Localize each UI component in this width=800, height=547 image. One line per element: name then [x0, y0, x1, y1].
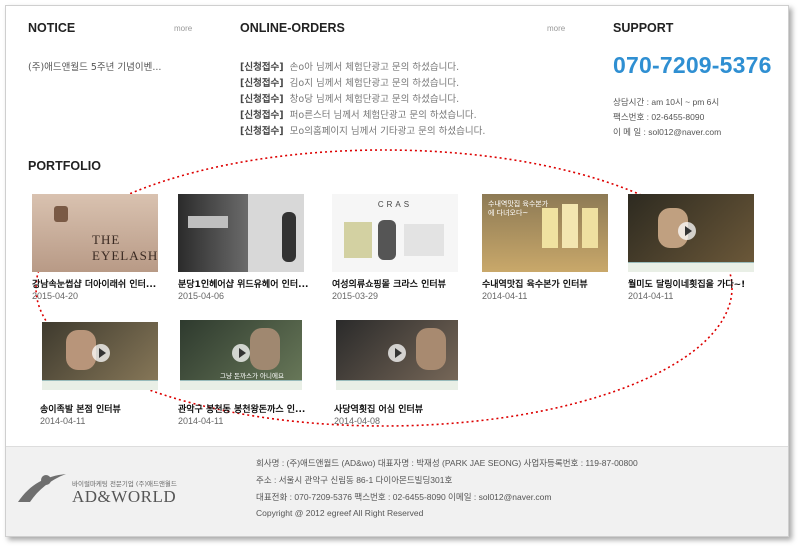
order-row[interactable]: [신청접수] 손o아 님께서 체험단광고 문의 하셨습니다. — [240, 59, 459, 73]
portfolio-item-title[interactable]: 여성의류쇼핑몰 크라스 인터뷰 — [332, 277, 472, 290]
footer-company-info: 회사명 : (주)애드앤월드 (AD&wo) 대표자명 : 박재성 (PARK … — [256, 458, 638, 468]
portfolio-item-date: 2014-04-11 — [178, 416, 224, 426]
notice-item[interactable]: (주)애드앤월드 5주년 기념이벤... — [28, 59, 161, 73]
order-tag: [신청접수] — [240, 78, 284, 89]
portfolio-item-title[interactable]: 사당역횟집 어심 인터뷰 — [334, 402, 474, 415]
portfolio-item-title[interactable]: 송이족발 본점 인터뷰 — [40, 402, 170, 415]
portfolio-thumb-songi-video[interactable] — [42, 322, 158, 390]
portfolio-item-date: 2015-04-20 — [32, 291, 79, 301]
footer-address: 주소 : 서울시 관악구 신림동 86-1 다이아몬드빌딩301호 — [256, 475, 453, 485]
orders-title: ONLINE-ORDERS — [240, 21, 345, 35]
thumb-text: CRAS — [377, 200, 413, 209]
footer-copyright: Copyright @ 2012 egreef All Right Reserv… — [256, 508, 424, 518]
portfolio-item-date: 2014-04-11 — [482, 291, 528, 301]
video-control-bar — [336, 380, 458, 390]
footer-contact: 대표전화 : 070-7209-5376 팩스번호 : 02-6455-8090… — [256, 492, 552, 502]
portfolio-item-title[interactable]: 월미도 달링이네횟집을 가다~! — [628, 277, 768, 290]
order-tag: [신청접수] — [240, 94, 284, 105]
portfolio-thumb-eyelash[interactable]: THE EYELASH — [32, 194, 158, 272]
portfolio-thumb-yuksu[interactable]: 수내역맛집 육수본가에 다녀오다~ — [482, 194, 608, 272]
orders-more-link[interactable]: more — [547, 24, 565, 33]
portfolio-item-date: 2014-04-08 — [334, 416, 381, 426]
video-control-bar — [42, 380, 158, 390]
play-icon — [388, 344, 406, 362]
portfolio-item-date: 2015-04-06 — [178, 291, 225, 301]
thumb-text: 그냥 돈까스가 아니에요 — [220, 372, 284, 380]
order-text: 손o아 님께서 체험단광고 문의 하셨습니다. — [289, 62, 460, 73]
order-row[interactable]: [신청접수] 창o당 님께서 체험단광고 문의 하셨습니다. — [240, 91, 459, 105]
portfolio-item-date: 2014-04-11 — [40, 416, 86, 426]
notice-title: NOTICE — [28, 21, 76, 35]
support-hours: 상담시간 : am 10시 ~ pm 6시 — [613, 97, 720, 107]
order-text: 창o당 님께서 체험단광고 문의 하셨습니다. — [289, 94, 460, 105]
order-text: 김o지 님께서 체험단광고 문의 하셨습니다. — [289, 78, 460, 89]
video-control-bar — [628, 262, 754, 272]
play-icon — [92, 344, 110, 362]
support-title: SUPPORT — [613, 21, 674, 35]
portfolio-thumb-eosim-video[interactable] — [336, 320, 458, 390]
portfolio-thumb-bongcheon-video[interactable]: 그냥 돈까스가 아니에요 — [180, 320, 302, 390]
portfolio-title: PORTFOLIO — [28, 159, 101, 173]
order-tag: [신청접수] — [240, 62, 284, 73]
order-tag: [신청접수] — [240, 110, 284, 121]
portfolio-item-title[interactable]: 분당1인헤어샵 위드유헤어 인터... — [178, 277, 320, 290]
portfolio-item-title[interactable]: 관악구 봉천동 봉천왕돈까스 인... — [178, 402, 322, 415]
support-phone: 070-7209-5376 — [613, 52, 772, 78]
portfolio-item-date: 2014-04-11 — [628, 291, 674, 301]
portfolio-item-title[interactable]: 강남속눈썹샵 더아이래쉬 인터... — [32, 277, 172, 290]
logo-wordmark: AD&WORLD — [72, 487, 177, 506]
portfolio-item-title[interactable]: 수내역맛집 육수본가 인터뷰 — [482, 277, 622, 290]
portfolio-thumb-hair[interactable] — [178, 194, 304, 272]
order-row[interactable]: [신청접수] 퍼o른스터 님께서 체험단광고 문의 하셨습니다. — [240, 107, 477, 121]
play-icon — [678, 222, 696, 240]
portfolio-item-date: 2015-03-29 — [332, 291, 379, 301]
video-control-bar — [180, 380, 302, 390]
thumb-text: THE EYELASH — [92, 232, 158, 263]
page-frame: NOTICE more (주)애드앤월드 5주년 기념이벤... ONLINE-… — [5, 5, 789, 537]
order-row[interactable]: [신청접수] 모o의홈페이지 님께서 기타광고 문의 하셨습니다. — [240, 123, 485, 137]
company-logo-icon — [18, 474, 66, 502]
order-text: 퍼o른스터 님께서 체험단광고 문의 하셨습니다. — [289, 110, 477, 121]
order-row[interactable]: [신청접수] 김o지 님께서 체험단광고 문의 하셨습니다. — [240, 75, 459, 89]
support-email: 이 메 일 : sol012@naver.com — [613, 127, 722, 137]
order-text: 모o의홈페이지 님께서 기타광고 문의 하셨습니다. — [289, 126, 486, 137]
play-icon — [232, 344, 250, 362]
notice-more-link[interactable]: more — [174, 24, 192, 33]
portfolio-thumb-darling-video[interactable] — [628, 194, 754, 272]
order-tag: [신청접수] — [240, 126, 284, 137]
thumb-text: 수내역맛집 육수본가에 다녀오다~ — [488, 200, 549, 217]
support-fax: 팩스번호 : 02-6455-8090 — [613, 112, 705, 122]
portfolio-thumb-cras[interactable]: CRAS — [332, 194, 458, 272]
